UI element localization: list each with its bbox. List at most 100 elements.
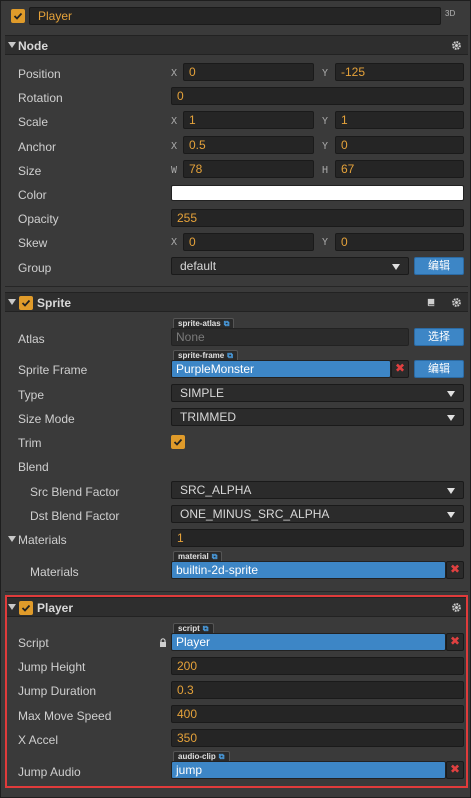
lock-icon <box>160 638 166 647</box>
checkmark-icon <box>21 604 31 612</box>
asset-type-label: audio-clip <box>178 752 216 761</box>
divider <box>5 591 468 592</box>
external-link-icon[interactable]: ⧉ <box>227 351 233 360</box>
color-picker-swatch[interactable] <box>171 185 464 201</box>
external-link-icon[interactable]: ⧉ <box>224 319 230 328</box>
skew-y-input[interactable]: 0 <box>335 233 464 251</box>
skew-x-input[interactable]: 0 <box>183 233 314 251</box>
trim-checkbox[interactable] <box>171 435 185 449</box>
sprite-section-header[interactable]: Sprite <box>5 292 468 312</box>
collapse-triangle-icon[interactable] <box>8 536 16 542</box>
src-blend-select[interactable]: SRC_ALPHA <box>171 481 464 499</box>
skew-x-axis[interactable]: X <box>171 237 177 248</box>
materials-label: Materials <box>18 533 67 547</box>
skew-y-axis[interactable]: Y <box>322 237 328 248</box>
inspector-panel: Player 3D Node Position X 0 Y -125 Rotat… <box>0 0 471 798</box>
group-select-value: default <box>180 259 217 273</box>
jump-height-label: Jump Height <box>18 660 86 674</box>
anchor-x-axis[interactable]: X <box>171 141 177 152</box>
position-y-axis[interactable]: Y <box>322 68 328 79</box>
size-width-input[interactable]: 78 <box>183 160 314 178</box>
materials-count-input[interactable]: 1 <box>171 529 464 547</box>
script-asset-field[interactable]: Player <box>171 633 446 651</box>
external-link-icon[interactable]: ⧉ <box>212 552 218 561</box>
dropdown-arrow-icon <box>447 391 455 397</box>
size-h-axis[interactable]: H <box>322 165 328 176</box>
section-title: Node <box>18 39 48 53</box>
player-section-header[interactable]: Player <box>5 597 468 617</box>
anchor-label: Anchor <box>18 140 57 154</box>
jump-height-input[interactable]: 200 <box>171 657 464 675</box>
position-y-input[interactable]: -125 <box>335 63 464 81</box>
player-enabled-checkbox[interactable] <box>19 601 33 615</box>
node-section-header[interactable]: Node <box>5 35 468 55</box>
jump-duration-label: Jump Duration <box>18 684 97 698</box>
scale-label: Scale <box>18 115 49 129</box>
checkmark-icon <box>21 299 31 307</box>
dropdown-arrow-icon <box>447 488 455 494</box>
size-w-axis[interactable]: W <box>171 165 177 176</box>
skew-label: Skew <box>18 236 48 250</box>
external-link-icon[interactable]: ⧉ <box>219 752 225 761</box>
gear-icon[interactable] <box>451 297 462 308</box>
dst-blend-select[interactable]: ONE_MINUS_SRC_ALPHA <box>171 505 464 523</box>
remove-material-button[interactable]: ✖ <box>446 561 464 579</box>
size-mode-label: Size Mode <box>18 412 75 426</box>
remove-sprite-frame-button[interactable]: ✖ <box>391 360 409 378</box>
size-mode-select[interactable]: TRIMMED <box>171 408 464 426</box>
remove-script-button[interactable]: ✖ <box>446 633 464 651</box>
position-x-axis[interactable]: X <box>171 68 177 79</box>
scale-y-axis[interactable]: Y <box>322 116 328 127</box>
collapse-triangle-icon[interactable] <box>8 42 16 48</box>
asset-type-label: material <box>178 552 209 561</box>
trim-label: Trim <box>18 436 42 450</box>
select-atlas-button[interactable]: 选择 <box>414 328 464 346</box>
anchor-y-axis[interactable]: Y <box>322 141 328 152</box>
remove-jump-audio-button[interactable]: ✖ <box>446 761 464 779</box>
jump-audio-asset-field[interactable]: jump <box>171 761 446 779</box>
node-name-input[interactable]: Player <box>29 7 441 25</box>
anchor-y-input[interactable]: 0 <box>335 136 464 154</box>
checkmark-icon <box>13 12 23 20</box>
jump-duration-input[interactable]: 0.3 <box>171 681 464 699</box>
material-asset-field[interactable]: builtin-2d-sprite <box>171 561 446 579</box>
sprite-enabled-checkbox[interactable] <box>19 296 33 310</box>
size-height-input[interactable]: 67 <box>335 160 464 178</box>
src-blend-label: Src Blend Factor <box>30 485 120 499</box>
edit-sprite-frame-button[interactable]: 编辑 <box>414 360 464 378</box>
divider <box>5 286 468 287</box>
color-label: Color <box>18 188 47 202</box>
anchor-x-input[interactable]: 0.5 <box>183 136 314 154</box>
type-select[interactable]: SIMPLE <box>171 384 464 402</box>
group-label: Group <box>18 261 52 275</box>
gear-icon[interactable] <box>451 40 462 51</box>
position-x-input[interactable]: 0 <box>183 63 314 81</box>
scale-x-input[interactable]: 1 <box>183 111 314 129</box>
section-title: Player <box>37 601 74 615</box>
rotation-input[interactable]: 0 <box>171 87 464 105</box>
collapse-triangle-icon[interactable] <box>8 604 16 610</box>
max-move-speed-input[interactable]: 400 <box>171 705 464 723</box>
gear-icon[interactable] <box>451 602 462 613</box>
collapse-triangle-icon[interactable] <box>8 299 16 305</box>
scale-y-input[interactable]: 1 <box>335 111 464 129</box>
x-accel-input[interactable]: 350 <box>171 729 464 747</box>
scale-x-axis[interactable]: X <box>171 116 177 127</box>
atlas-asset-field[interactable]: None <box>171 328 409 346</box>
help-book-icon[interactable] <box>426 297 437 308</box>
external-link-icon[interactable]: ⧉ <box>203 624 209 633</box>
edit-group-button[interactable]: 编辑 <box>414 257 464 275</box>
sprite-frame-asset-field[interactable]: PurpleMonster <box>171 360 391 378</box>
group-select[interactable]: default <box>171 257 409 275</box>
node-active-checkbox[interactable] <box>11 9 25 23</box>
toggle-3d-button[interactable]: 3D <box>445 9 455 18</box>
dropdown-arrow-icon <box>447 512 455 518</box>
size-label: Size <box>18 164 42 178</box>
x-accel-label: X Accel <box>18 733 59 747</box>
section-title: Sprite <box>37 296 72 310</box>
node-header: Player 3D <box>5 5 468 27</box>
position-label: Position <box>18 67 61 81</box>
opacity-input[interactable]: 255 <box>171 209 464 227</box>
asset-type-label: sprite-atlas <box>178 319 221 328</box>
sprite-frame-label: Sprite Frame <box>18 363 88 377</box>
